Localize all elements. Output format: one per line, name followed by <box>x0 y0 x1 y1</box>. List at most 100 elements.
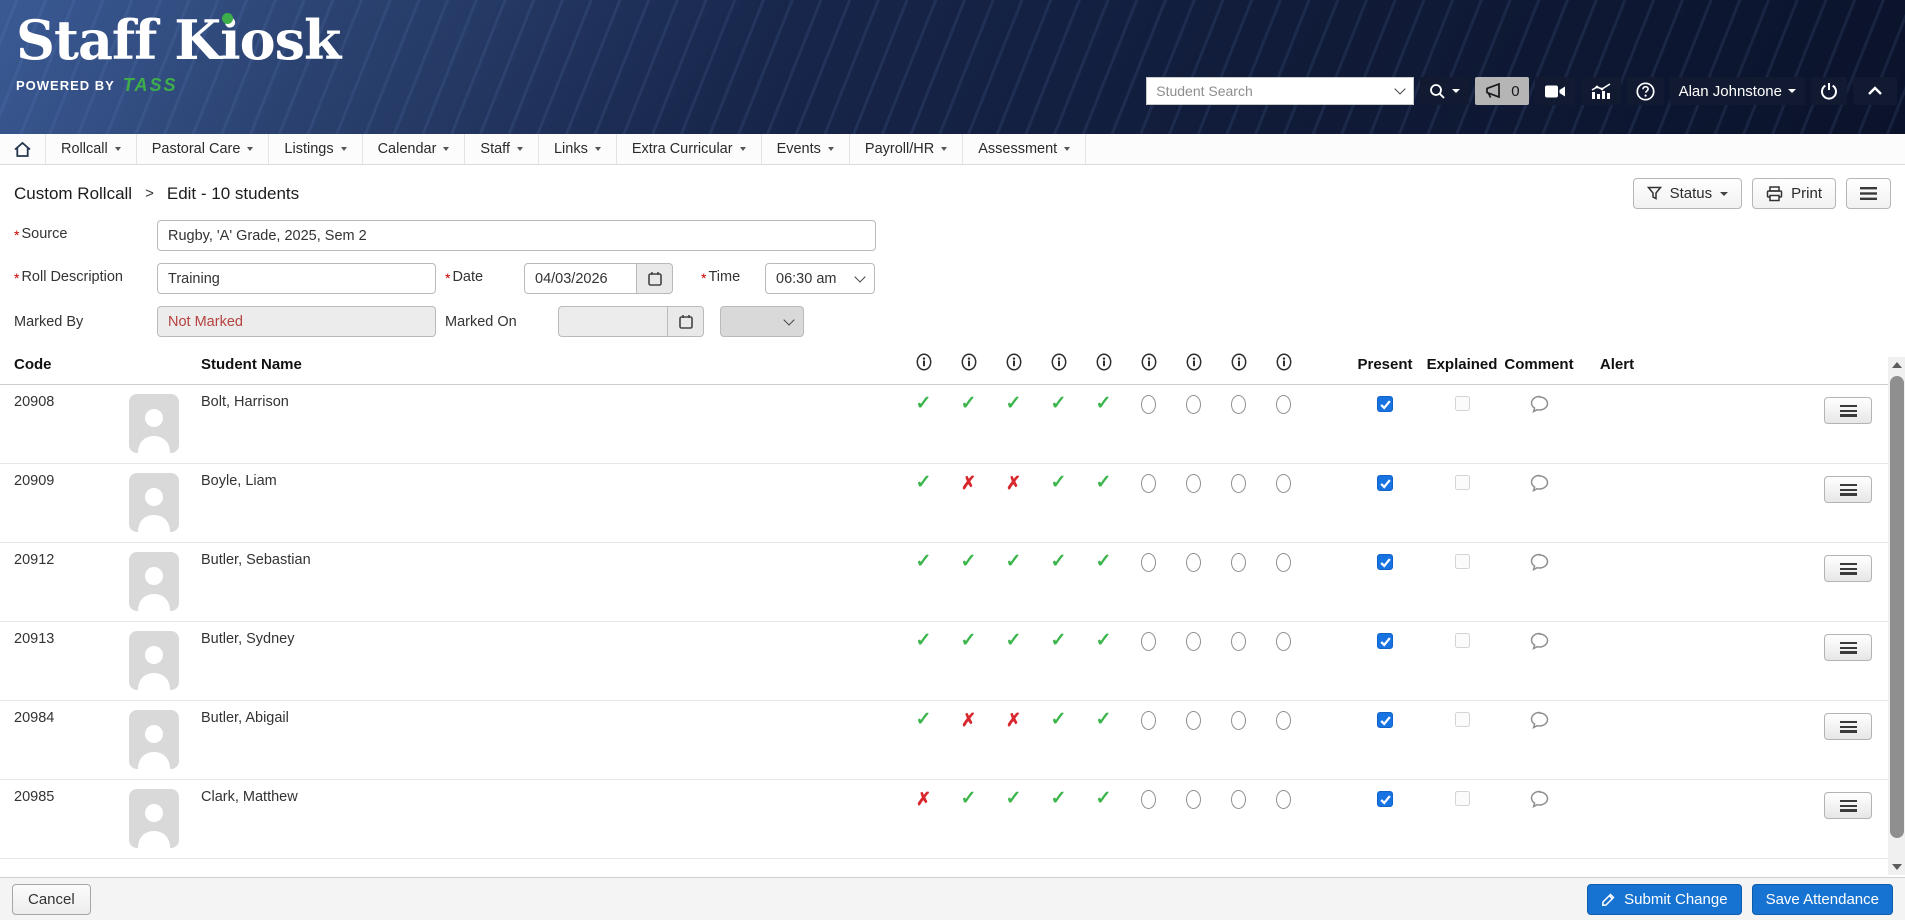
nav-item-assessment[interactable]: Assessment <box>963 134 1086 164</box>
row-menu-button[interactable] <box>1824 476 1872 503</box>
scroll-up-button[interactable] <box>1888 357 1905 373</box>
session-info-header[interactable] <box>946 349 991 385</box>
student-search-select[interactable]: Student Search <box>1146 77 1414 105</box>
explained-checkbox[interactable] <box>1455 712 1470 727</box>
comment-button[interactable] <box>1530 790 1549 811</box>
attendance-radio[interactable] <box>1276 553 1291 572</box>
session-info-header[interactable] <box>991 349 1036 385</box>
session-info-header[interactable] <box>1126 349 1171 385</box>
attendance-radio[interactable] <box>1276 474 1291 493</box>
student-avatar[interactable] <box>129 473 179 532</box>
attendance-radio[interactable] <box>1186 790 1201 809</box>
attendance-radio[interactable] <box>1276 711 1291 730</box>
attendance-radio[interactable] <box>1141 395 1156 414</box>
attendance-radio[interactable] <box>1231 553 1246 572</box>
session-info-header[interactable] <box>1261 349 1306 385</box>
user-menu-button[interactable]: Alan Johnstone <box>1670 77 1805 105</box>
row-menu-button[interactable] <box>1824 397 1872 424</box>
student-avatar[interactable] <box>129 631 179 690</box>
nav-item-calendar[interactable]: Calendar <box>363 134 466 164</box>
session-info-header[interactable] <box>1036 349 1081 385</box>
attendance-radio[interactable] <box>1141 790 1156 809</box>
row-menu-button[interactable] <box>1824 713 1872 740</box>
attendance-radio[interactable] <box>1186 553 1201 572</box>
comment-button[interactable] <box>1530 474 1549 495</box>
session-info-header[interactable] <box>1171 349 1216 385</box>
student-avatar[interactable] <box>129 394 179 453</box>
nav-item-links[interactable]: Links <box>539 134 617 164</box>
nav-item-pastoral-care[interactable]: Pastoral Care <box>137 134 270 164</box>
submit-change-button[interactable]: Submit Change <box>1587 884 1741 915</box>
student-avatar[interactable] <box>129 710 179 769</box>
vertical-scrollbar[interactable] <box>1888 357 1905 875</box>
search-button[interactable] <box>1420 77 1469 105</box>
date-picker-button[interactable] <box>637 263 673 294</box>
time-select[interactable]: 06:30 am <box>765 263 875 294</box>
present-checkbox[interactable] <box>1377 396 1393 412</box>
page-menu-button[interactable] <box>1846 178 1891 209</box>
help-button[interactable] <box>1627 77 1664 105</box>
video-button[interactable] <box>1535 77 1575 105</box>
attendance-radio[interactable] <box>1186 632 1201 651</box>
attendance-radio[interactable] <box>1231 395 1246 414</box>
present-checkbox[interactable] <box>1377 554 1393 570</box>
attendance-radio[interactable] <box>1231 790 1246 809</box>
print-button[interactable]: Print <box>1752 178 1836 209</box>
date-input[interactable] <box>524 263 637 294</box>
cancel-button[interactable]: Cancel <box>12 884 91 915</box>
nav-item-extra-curricular[interactable]: Extra Curricular <box>617 134 762 164</box>
nav-item-rollcall[interactable]: Rollcall <box>46 134 137 164</box>
session-info-header[interactable] <box>901 349 946 385</box>
collapse-header-button[interactable] <box>1853 77 1897 105</box>
nav-item-staff[interactable]: Staff <box>465 134 539 164</box>
attendance-radio[interactable] <box>1231 632 1246 651</box>
save-attendance-button[interactable]: Save Attendance <box>1752 884 1893 915</box>
explained-checkbox[interactable] <box>1455 633 1470 648</box>
source-input[interactable] <box>157 220 876 251</box>
session-info-header[interactable] <box>1216 349 1261 385</box>
marked-on-picker-button[interactable] <box>668 306 704 337</box>
attendance-radio[interactable] <box>1141 711 1156 730</box>
attendance-radio[interactable] <box>1141 474 1156 493</box>
student-avatar[interactable] <box>129 552 179 611</box>
nav-item-payroll-hr[interactable]: Payroll/HR <box>850 134 963 164</box>
present-checkbox[interactable] <box>1377 712 1393 728</box>
attendance-radio[interactable] <box>1141 553 1156 572</box>
comment-button[interactable] <box>1530 553 1549 574</box>
comment-button[interactable] <box>1530 395 1549 416</box>
explained-checkbox[interactable] <box>1455 396 1470 411</box>
student-avatar[interactable] <box>129 789 179 848</box>
analytics-button[interactable] <box>1581 77 1621 105</box>
home-button[interactable] <box>0 134 46 164</box>
attendance-radio[interactable] <box>1231 711 1246 730</box>
comment-button[interactable] <box>1530 711 1549 732</box>
explained-checkbox[interactable] <box>1455 475 1470 490</box>
comment-button[interactable] <box>1530 632 1549 653</box>
attendance-radio[interactable] <box>1186 711 1201 730</box>
attendance-radio[interactable] <box>1141 632 1156 651</box>
attendance-radio[interactable] <box>1186 395 1201 414</box>
notifications-button[interactable]: 0 <box>1475 77 1528 105</box>
attendance-radio[interactable] <box>1276 395 1291 414</box>
present-checkbox[interactable] <box>1377 791 1393 807</box>
present-checkbox[interactable] <box>1377 633 1393 649</box>
attendance-radio[interactable] <box>1231 474 1246 493</box>
present-checkbox[interactable] <box>1377 475 1393 491</box>
nav-item-listings[interactable]: Listings <box>269 134 362 164</box>
nav-item-events[interactable]: Events <box>762 134 850 164</box>
scroll-down-button[interactable] <box>1888 859 1905 875</box>
row-menu-button[interactable] <box>1824 634 1872 661</box>
roll-description-input[interactable] <box>157 263 436 294</box>
attendance-radio[interactable] <box>1186 474 1201 493</box>
scrollbar-thumb[interactable] <box>1890 376 1904 838</box>
session-info-header[interactable] <box>1081 349 1126 385</box>
status-button[interactable]: Status <box>1633 178 1743 209</box>
attendance-radio[interactable] <box>1276 790 1291 809</box>
logout-button[interactable] <box>1811 77 1847 105</box>
explained-checkbox[interactable] <box>1455 791 1470 806</box>
explained-checkbox[interactable] <box>1455 554 1470 569</box>
row-menu-button[interactable] <box>1824 792 1872 819</box>
row-menu-button[interactable] <box>1824 555 1872 582</box>
attendance-radio[interactable] <box>1276 632 1291 651</box>
breadcrumb-parent[interactable]: Custom Rollcall <box>14 184 132 204</box>
